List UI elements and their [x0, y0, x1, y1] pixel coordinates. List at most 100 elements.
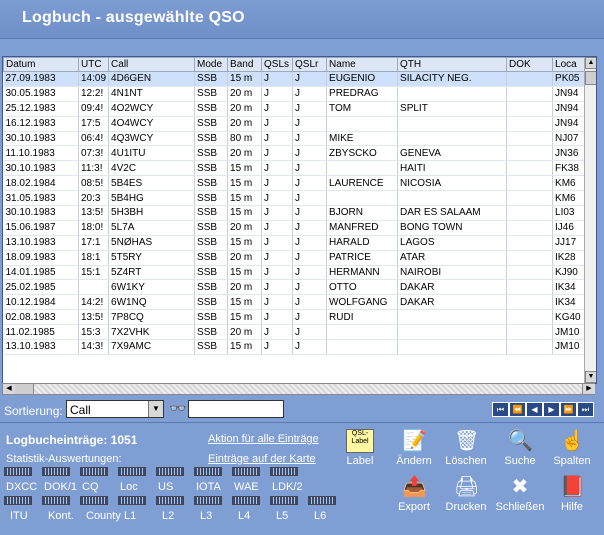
next-page-icon[interactable]: ⏩: [560, 402, 577, 417]
column-header[interactable]: Band: [227, 57, 263, 72]
table-cell: 15 m: [227, 71, 263, 87]
scroll-right-button[interactable]: ▶: [582, 384, 595, 394]
table-row[interactable]: 11.02.1985 15:3 7X2VHK SSB 20 m J J JM10: [3, 324, 589, 341]
table-row[interactable]: 18.09.1983 18:1 5T5RY SSB 20 m J J PATRICE ATAR I…: [3, 250, 589, 266]
table-cell: 30.10.1983: [3, 131, 79, 147]
column-header[interactable]: Mode: [194, 57, 229, 72]
map-entries-link[interactable]: Einträge auf der Karte: [208, 453, 316, 465]
table-row[interactable]: 11.10.1983 07:3! 4U1ITU SSB 20 m J J ZBYSCKO GEN…: [3, 145, 589, 162]
scroll-thumb[interactable]: [585, 71, 596, 85]
stat-button-itu[interactable]: [4, 496, 32, 505]
table-row[interactable]: 10.12.1984 14:2! 6W1NQ SSB 15 m J J WOLFGANG DAK…: [3, 294, 589, 311]
label-button[interactable]: QSL-Label Label: [334, 429, 386, 467]
stat-button-iota[interactable]: [194, 467, 222, 476]
stat-label: IOTA: [196, 481, 221, 493]
table-row[interactable]: 27.09.1983 14:09 4D6GEN SSB 15 m J J EUGENIO SIL…: [3, 71, 589, 87]
table-row[interactable]: 13.10.1983 14:3! 7X9AMC SSB 15 m J J JM10: [3, 339, 589, 355]
scroll-up-button[interactable]: ▲: [585, 57, 596, 69]
table-row[interactable]: 15.06.1987 18:0! 5L7A SSB 20 m J J MANFRED BONG …: [3, 220, 589, 236]
search-input[interactable]: [188, 400, 284, 418]
action-all-link[interactable]: Aktion für alle Einträge: [208, 433, 319, 445]
table-cell: [78, 279, 110, 296]
stat-button-loc[interactable]: [118, 467, 146, 476]
table-cell: J: [261, 116, 294, 132]
table-row[interactable]: 25.02.1985 6W1KY SSB 20 m J J OTTO DAKAR IK34: [3, 279, 589, 296]
table-cell: J: [292, 294, 328, 311]
stat-button-dok1[interactable]: [42, 467, 70, 476]
column-header[interactable]: UTC: [77, 57, 110, 72]
stat-button-cq[interactable]: [80, 467, 108, 476]
stat-button-l4[interactable]: [232, 496, 260, 505]
stat-button-l6[interactable]: [308, 496, 336, 505]
binoculars-icon[interactable]: 👓: [169, 400, 186, 417]
table-cell: IK34: [552, 279, 589, 296]
stat-button-wae[interactable]: [232, 467, 260, 476]
ändern-button[interactable]: 📝 Ändern: [388, 429, 440, 467]
stat-button-l3[interactable]: [194, 496, 222, 505]
stat-button-county[interactable]: [80, 496, 108, 505]
table-row[interactable]: 31.05.1983 20:3 5B4HG SSB 15 m J J KM6: [3, 190, 589, 207]
schließen-button[interactable]: ✖ Schließen: [494, 475, 546, 513]
prev-page-icon[interactable]: ⏪: [509, 402, 526, 417]
qso-grid[interactable]: Datum UTC Call Mode Band QSLs QSLr Name QTH DOK Lo…: [2, 56, 597, 384]
table-cell: SSB: [194, 131, 229, 147]
table-cell: JN94: [552, 86, 589, 102]
stat-button-l5[interactable]: [270, 496, 298, 505]
column-header[interactable]: Call: [108, 57, 196, 72]
table-row[interactable]: 14.01.1985 15:1 5Z4RT SSB 15 m J J HERMANN NAIRO…: [3, 265, 589, 281]
stat-label: ITU: [10, 510, 28, 522]
spalten-button[interactable]: ☝ Spalten: [546, 429, 598, 467]
table-cell: KJ90: [552, 265, 589, 281]
hscroll-thumb[interactable]: [15, 384, 34, 394]
window-title: Logbuch - ausgewählte QSO: [22, 9, 245, 26]
stat-button-kont[interactable]: [42, 496, 70, 505]
table-cell: 15 m: [227, 205, 263, 221]
next-record-icon[interactable]: ▶: [543, 402, 560, 417]
column-header[interactable]: QSLs: [261, 57, 294, 72]
export-button[interactable]: 📤 Export: [388, 475, 440, 513]
horizontal-scrollbar[interactable]: ◀ ▶: [2, 383, 595, 395]
table-cell: LI03: [552, 205, 589, 221]
column-header[interactable]: QTH: [397, 57, 508, 72]
stat-button-dxcc[interactable]: [4, 467, 32, 476]
drucken-button[interactable]: 🖨 Drucken: [440, 475, 492, 513]
stat-button-l1[interactable]: [118, 496, 146, 505]
table-cell: 15:1: [78, 265, 110, 281]
löschen-button[interactable]: 🗑 Löschen: [440, 429, 492, 467]
table-row[interactable]: 02.08.1983 13:5! 7P8CQ SSB 15 m J J RUDI KG40: [3, 309, 589, 326]
stat-button-ldk2[interactable]: [270, 467, 298, 476]
table-cell: [397, 324, 508, 341]
column-header[interactable]: Name: [326, 57, 399, 72]
first-record-icon[interactable]: ⏮: [492, 402, 509, 417]
table-header: Datum UTC Call Mode Band QSLs QSLr Name QTH DOK Lo…: [3, 57, 589, 72]
table-row[interactable]: 30.10.1983 06:4! 4Q3WCY SSB 80 m J J MIKE NJ07: [3, 131, 589, 147]
chevron-down-icon[interactable]: ▼: [148, 401, 163, 417]
table-row[interactable]: 13.10.1983 17:1 5NØHAS SSB 15 m J J HARALD LAGOS…: [3, 235, 589, 251]
column-header[interactable]: DOK: [506, 57, 554, 72]
table-row[interactable]: 30.05.1983 12:2! 4N1NT SSB 20 m J J PREDRAG JN94: [3, 86, 589, 102]
table-row[interactable]: 30.10.1983 13:5! 5H3BH SSB 15 m J J BJORN DAR ES…: [3, 205, 589, 221]
sort-select[interactable]: Call ▼: [66, 400, 164, 418]
table-cell: 20 m: [227, 116, 263, 132]
suche-button[interactable]: 🔍 Suche: [494, 429, 546, 467]
scroll-down-button[interactable]: ▼: [585, 371, 596, 383]
table-cell: [397, 309, 508, 326]
table-row[interactable]: 16.12.1983 17:5 4O4WCY SSB 20 m J J JN94: [3, 116, 589, 132]
vertical-scrollbar[interactable]: ▲ ▼: [584, 57, 596, 383]
prev-record-icon[interactable]: ◀: [526, 402, 543, 417]
table-row[interactable]: 18.02.1984 08:5! 5B4ES SSB 15 m J J LAURENCE NIC…: [3, 175, 589, 192]
column-header[interactable]: Loca: [552, 57, 589, 72]
column-header[interactable]: Datum: [3, 57, 79, 72]
table-cell: 16.12.1983: [3, 116, 79, 132]
table-cell: J: [261, 131, 294, 147]
table-row[interactable]: 25.12.1983 09:4! 4O2WCY SSB 20 m J J TOM SPLIT JN…: [3, 101, 589, 117]
hilfe-button[interactable]: 📕 Hilfe: [546, 475, 598, 513]
column-header[interactable]: QSLr: [292, 57, 328, 72]
stat-button-l2[interactable]: [156, 496, 184, 505]
table-cell: 08:5!: [78, 175, 110, 192]
stat-button-us[interactable]: [156, 467, 184, 476]
table-row[interactable]: 30.10.1983 11:3! 4V2C SSB 15 m J J HAITI FK38: [3, 160, 589, 177]
table-cell: 31.05.1983: [3, 190, 79, 207]
table-cell: TOM: [326, 101, 399, 117]
last-record-icon[interactable]: ⏭: [577, 402, 594, 417]
